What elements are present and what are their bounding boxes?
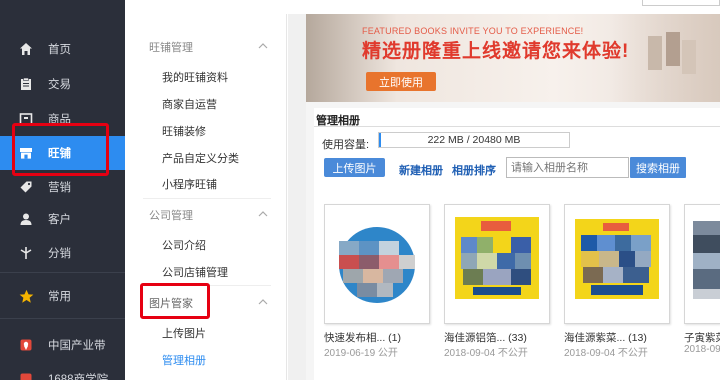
subnav-divider [143,285,271,286]
sub-nav: 旺铺管理 我的旺铺资料 商家自运营 旺铺装修 产品自定义分类 小程序旺铺 公司管… [125,14,287,380]
box-icon [17,110,35,128]
nav-item-industry-belt[interactable]: 中国产业带 [0,328,125,362]
banner-title: 精选册隆重上线邀请您来体验! [362,41,630,62]
nav-item-business-school[interactable]: 1688商学院 [0,362,125,380]
album-card[interactable] [684,204,720,324]
album-card-meta: 2018-09-04 不公开 [444,348,528,359]
nav-label-industry-belt: 中国产业带 [48,340,106,352]
nav-label-business-school: 1688商学院 [48,374,109,380]
nav-item-distribution[interactable]: 分销 [0,236,125,270]
subnav-item-mini-program[interactable]: 小程序旺铺 [162,176,217,192]
capacity-label: 使用容量: [322,139,370,151]
album-search-input[interactable] [506,157,629,178]
distribution-icon [17,244,35,262]
user-icon [17,210,35,228]
nav-label-home: 首页 [48,44,71,56]
album-card-meta: 2019-06-19 公开 [324,348,398,359]
album-card-name[interactable]: 快速发布相... (1) [324,330,401,345]
album-card[interactable] [444,204,550,324]
subnav-item-company-intro[interactable]: 公司介绍 [162,237,206,253]
scroll-gutter [288,14,306,380]
nav-label-goods: 商品 [48,114,71,126]
nav-label-favorites: 常用 [48,291,71,303]
nav-item-store[interactable]: 旺铺 [0,136,125,170]
nav-item-trade[interactable]: 交易 [0,67,125,101]
nav-label-trade: 交易 [48,79,71,91]
school-icon [17,370,35,380]
nav-item-favorites[interactable]: 常用 [0,279,125,313]
subnav-item-custom-category[interactable]: 产品自定义分类 [162,150,239,166]
album-card-name[interactable]: 海佳源铝箔... (33) [444,330,527,345]
album-sort-link[interactable]: 相册排序 [452,162,496,178]
album-card[interactable] [564,204,670,324]
album-card-name[interactable]: 海佳源紫菜... (13) [564,330,647,345]
banner-book-image [682,40,696,74]
nav-label-distribution: 分销 [48,248,71,260]
album-thumbnail [693,213,720,315]
search-album-button[interactable]: 搜索相册 [630,157,686,178]
location-icon [17,336,35,354]
banner-book-image [666,32,680,66]
top-search-stub[interactable] [642,0,720,6]
nav-item-goods[interactable]: 商品 [0,102,125,136]
nav-item-home[interactable]: 首页 [0,32,125,66]
album-thumbnail [453,213,541,315]
nav-label-store: 旺铺 [48,148,71,160]
capacity-bar: 222 MB / 20480 MB [378,132,570,148]
clipboard-icon [17,75,35,93]
home-icon [17,40,35,58]
subnav-item-upload-image[interactable]: 上传图片 [162,325,206,341]
chevron-up-icon[interactable] [258,41,268,51]
banner-use-now-button[interactable]: 立即使用 [366,72,436,91]
subnav-item-store-profile[interactable]: 我的旺铺资料 [162,69,228,85]
subnav-item-manage-album[interactable]: 管理相册 [162,352,206,368]
subnav-divider [143,198,271,199]
star-icon [17,287,35,305]
chevron-up-icon[interactable] [258,209,268,219]
promo-banner[interactable]: FEATURED BOOKS INVITE YOU TO EXPERIENCE!… [306,14,720,102]
subnav-item-company-shop[interactable]: 公司店铺管理 [162,264,228,280]
nav-divider [0,272,125,273]
new-album-link[interactable]: 新建相册 [399,162,443,178]
subnav-item-decoration[interactable]: 旺铺装修 [162,123,206,139]
nav-item-customer[interactable]: 客户 [0,202,125,236]
subnav-group-image-title[interactable]: 图片管家 [149,295,193,311]
nav-label-customer: 客户 [48,214,71,226]
banner-book-image [648,36,662,70]
main-content: FEATURED BOOKS INVITE YOU TO EXPERIENCE!… [306,14,720,380]
tag-icon [17,178,35,196]
banner-subtitle: FEATURED BOOKS INVITE YOU TO EXPERIENCE! [362,26,584,36]
subnav-item-self-operation[interactable]: 商家自运营 [162,96,217,112]
album-card-name[interactable]: 子寅紫菜 [684,330,720,345]
album-thumbnail [333,213,421,315]
chevron-up-icon[interactable] [258,297,268,307]
nav-divider-2 [0,318,125,319]
album-panel: 管理相册 使用容量: 222 MB / 20480 MB 上传图片 新建相册 相… [314,108,720,380]
subnav-group-company-title[interactable]: 公司管理 [149,207,193,223]
store-icon [17,144,35,162]
nav-label-marketing: 营销 [48,182,71,194]
capacity-fill [379,133,382,147]
nav-item-marketing[interactable]: 营销 [0,170,125,204]
album-card-meta: 2018-09 [684,344,720,355]
album-card[interactable] [324,204,430,324]
capacity-value: 222 MB / 20480 MB [427,134,521,146]
upload-image-button[interactable]: 上传图片 [324,158,385,177]
album-card-meta: 2018-09-04 不公开 [564,348,648,359]
subnav-group-store-title[interactable]: 旺铺管理 [149,39,193,55]
left-nav: 首页 交易 商品 旺铺 营销 客户 分销 常用 中国产业带 1688商学院 [0,0,125,380]
album-thumbnail [573,213,661,315]
section-divider [314,126,720,127]
